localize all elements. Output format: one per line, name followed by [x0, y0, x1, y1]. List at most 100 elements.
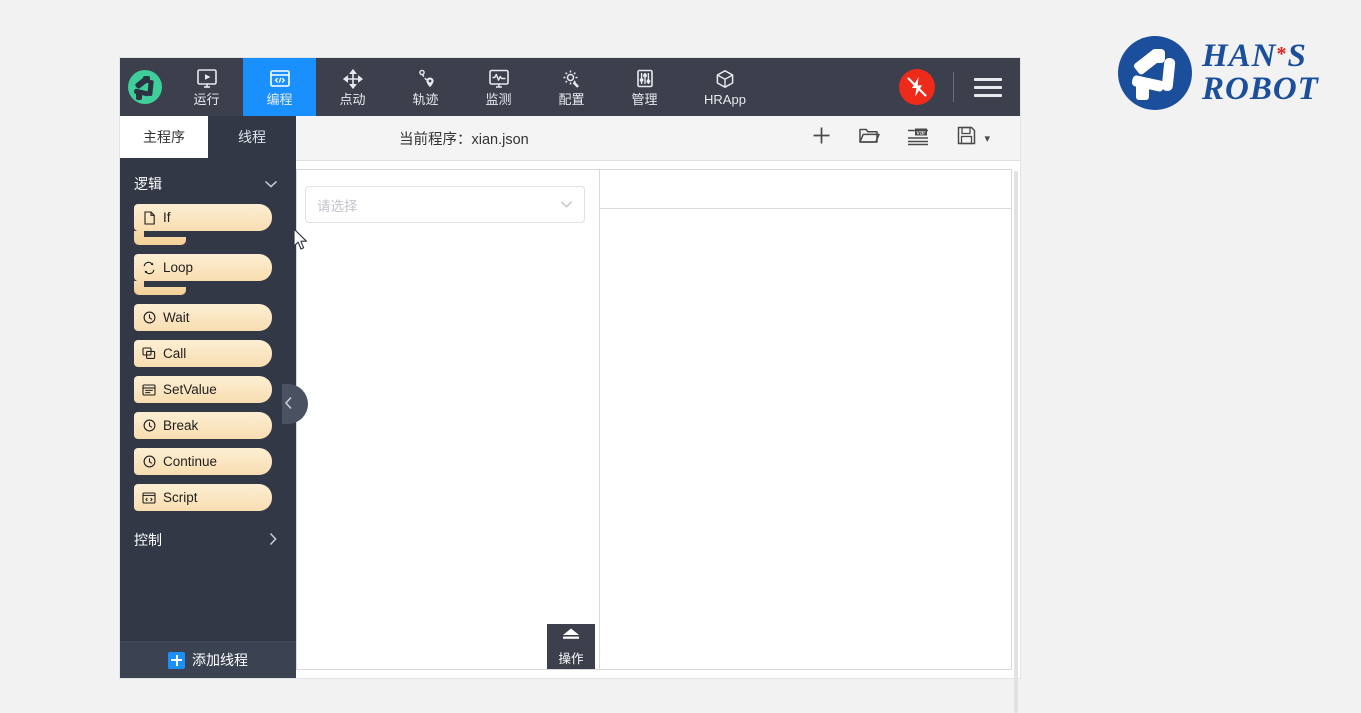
toolbar-item-programming[interactable]: 编程 — [243, 58, 316, 116]
block-palette: 逻辑 If Loop Wait Call SetValue Break Cont… — [120, 158, 296, 641]
program-tabs: 主程序 线程 — [120, 116, 296, 158]
add-thread-label: 添加线程 — [192, 652, 248, 668]
brand-s: S — [1287, 38, 1307, 74]
application-window: 运行 编程 点动 轨迹 监测 配置 管理 HRApp 主程序 线程 逻辑 If … — [120, 58, 1020, 713]
sliders-icon — [634, 68, 656, 90]
chevron-right-icon — [268, 532, 278, 548]
brand-line-2: ROBOT — [1202, 71, 1319, 107]
floppy-save-icon — [956, 125, 977, 151]
toolbar-label-config: 配置 — [558, 91, 585, 107]
toolbar-item-hrapp[interactable]: HRApp — [681, 58, 769, 116]
program-action-group: var ▾ — [811, 125, 1020, 151]
editor-workspace: 请选择 操作 — [296, 161, 1020, 713]
tab-main-program[interactable]: 主程序 — [120, 116, 208, 158]
block-script[interactable]: Script — [134, 484, 272, 511]
current-program-title: 当前程序：xian.json — [399, 131, 529, 148]
editor-right-canvas[interactable] — [599, 169, 1012, 670]
toolbar-item-run[interactable]: 运行 — [170, 58, 243, 116]
toolbar-item-trajectory[interactable]: 轨迹 — [389, 58, 462, 116]
move-arrows-icon — [342, 68, 364, 90]
block-label-call: Call — [163, 346, 187, 361]
block-wait[interactable]: Wait — [134, 304, 272, 331]
block-call[interactable]: Call — [134, 340, 272, 367]
toolbar-label-manage: 管理 — [631, 91, 658, 107]
toolbar-label-programming: 编程 — [266, 91, 293, 107]
save-caret-icon: ▾ — [984, 132, 990, 145]
toolbar-item-monitor[interactable]: 监测 — [462, 58, 535, 116]
block-list: If Loop Wait Call SetValue Break Continu… — [120, 204, 296, 511]
toolbar-label-monitor: 监测 — [485, 91, 512, 107]
plus-icon — [811, 125, 832, 151]
code-window-icon — [269, 68, 291, 90]
category-control-label: 控制 — [134, 532, 162, 548]
clock-icon — [142, 455, 156, 469]
block-label-break: Break — [163, 418, 199, 433]
toolbar-label-trajectory: 轨迹 — [412, 91, 439, 107]
block-if[interactable]: If — [134, 204, 272, 245]
block-loop[interactable]: Loop — [134, 254, 272, 295]
block-continue[interactable]: Continue — [134, 448, 272, 475]
program-select[interactable]: 请选择 — [305, 186, 585, 223]
app-logo-icon — [120, 58, 170, 116]
eject-icon — [560, 627, 582, 645]
file-icon — [142, 210, 156, 225]
toolbar-item-manage[interactable]: 管理 — [608, 58, 681, 116]
editor-right-header — [600, 170, 1011, 209]
vertical-scrollbar[interactable] — [1014, 171, 1018, 713]
block-label-loop: Loop — [163, 260, 194, 275]
toolbar-label-hrapp: HRApp — [704, 91, 746, 107]
operation-button[interactable]: 操作 — [547, 624, 595, 669]
hans-robot-logo-mark — [1118, 36, 1192, 110]
folder-open-icon — [858, 126, 881, 151]
editor-right-body[interactable] — [600, 209, 1011, 669]
gear-wrench-icon — [561, 68, 583, 90]
program-select-placeholder: 请选择 — [317, 198, 358, 214]
block-setvalue[interactable]: SetValue — [134, 376, 272, 403]
category-logic[interactable]: 逻辑 — [120, 158, 296, 204]
play-monitor-icon — [196, 68, 218, 90]
variable-list-icon: var — [906, 126, 930, 151]
loop-icon — [142, 261, 156, 275]
block-label-script: Script — [163, 490, 198, 505]
chevron-down-icon — [264, 178, 278, 191]
svg-text:var: var — [917, 129, 927, 136]
clock-icon — [142, 311, 156, 325]
toolbar-item-jog[interactable]: 点动 — [316, 58, 389, 116]
toolbar-label-jog: 点动 — [339, 91, 366, 107]
block-break[interactable]: Break — [134, 412, 272, 439]
editor-left-canvas: 请选择 操作 — [296, 169, 599, 670]
app-body: 主程序 线程 逻辑 If Loop Wait Call SetValue Bre… — [120, 116, 1020, 713]
save-program-button[interactable]: ▾ — [956, 125, 990, 151]
power-bolt-off-icon[interactable] — [899, 69, 935, 105]
category-control[interactable]: 控制 — [120, 520, 296, 560]
main-toolbar: 运行 编程 点动 轨迹 监测 配置 管理 HRApp — [120, 58, 1020, 116]
brand-line-1: HAN*S — [1202, 40, 1319, 73]
brand-han: HAN — [1202, 38, 1277, 74]
monitor-wave-icon — [488, 68, 510, 90]
operation-button-label: 操作 — [558, 651, 584, 666]
hans-robot-logo-text: HAN*S ROBOT — [1202, 40, 1319, 106]
select-wrapper: 请选择 — [297, 170, 599, 223]
brand-star: * — [1276, 43, 1288, 65]
new-program-button[interactable] — [811, 125, 832, 151]
hans-robot-logo: HAN*S ROBOT — [1118, 34, 1348, 112]
chevron-down-icon — [560, 198, 573, 212]
add-thread-button[interactable]: 添加线程 — [120, 641, 296, 678]
cube-icon — [714, 68, 736, 90]
copy-icon — [142, 347, 156, 361]
clock-icon — [142, 419, 156, 433]
category-logic-label: 逻辑 — [134, 176, 162, 192]
tab-thread[interactable]: 线程 — [208, 116, 296, 158]
toolbar-right-group — [899, 58, 1020, 116]
block-label-setvalue: SetValue — [163, 382, 217, 397]
script-icon — [142, 491, 156, 505]
variable-list-button[interactable]: var — [906, 126, 930, 151]
right-area: 当前程序：xian.json var ▾ 请选择 操作 — [296, 116, 1020, 713]
plus-icon — [168, 651, 185, 669]
block-label-if: If — [163, 210, 171, 225]
open-program-button[interactable] — [858, 126, 881, 151]
trajectory-icon — [415, 68, 437, 90]
hamburger-menu-icon[interactable] — [974, 77, 1002, 97]
chevron-left-icon — [284, 396, 294, 413]
toolbar-item-config[interactable]: 配置 — [535, 58, 608, 116]
